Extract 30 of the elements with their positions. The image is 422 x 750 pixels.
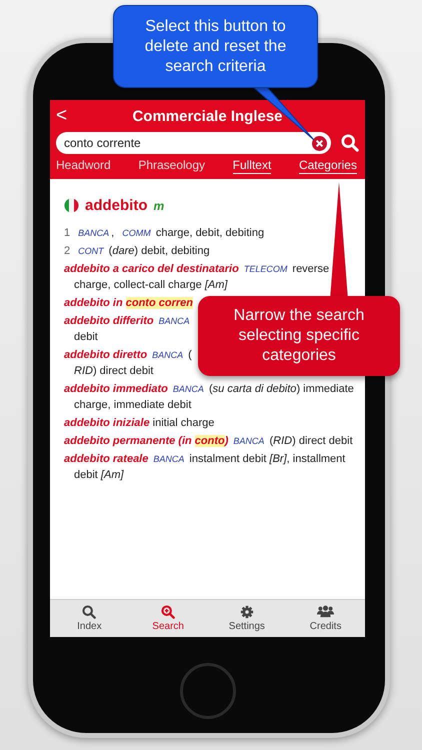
entry-text: addebito permanente (in conto) BANCA (RID) direct debit xyxy=(64,434,353,449)
search-field[interactable]: conto corrente xyxy=(56,132,331,154)
clear-icon[interactable] xyxy=(312,136,327,150)
entry-text: addebito a carico del destinatario TELECOM reverse charge, collect-call charge [Am] xyxy=(64,262,330,293)
entry-text: addebito differito BANCA debit xyxy=(64,314,191,345)
entry-text: 2 CONT (dare) debit, debiting xyxy=(64,244,210,259)
tab-bar-item[interactable]: Credits xyxy=(296,600,356,637)
entry-text: addebito rateale BANCA instalment debit [Br], installment debit [Am] xyxy=(64,452,346,483)
search-icon[interactable] xyxy=(341,134,359,152)
filter-tab[interactable]: Headword xyxy=(56,158,111,174)
back-button[interactable]: < xyxy=(56,105,72,127)
tab-bar-item[interactable]: Search xyxy=(138,600,198,637)
entry-text: addebito diretto BANCA ( RID) direct debit xyxy=(64,348,192,379)
dictionary-title: Commerciale Inglese xyxy=(131,108,284,124)
filter-tab[interactable]: Phraseology xyxy=(138,158,206,174)
filter-tab[interactable]: Fulltext xyxy=(232,158,272,174)
search-icon xyxy=(82,605,96,619)
entry-text: addebito iniziale initial charge xyxy=(64,416,214,431)
callout-text: Narrow the search selecting specific categories xyxy=(198,296,400,376)
tab-bar-item[interactable]: Index xyxy=(59,600,120,637)
gender-label: m xyxy=(154,198,164,212)
flag-icon xyxy=(64,198,79,213)
gear-icon xyxy=(240,605,254,619)
entry-text: addebito in conto corren xyxy=(64,296,193,311)
tab-bar-item[interactable]: Settings xyxy=(216,600,277,637)
entry-text: 1 BANCA , COMM charge, debit, debiting xyxy=(64,226,264,241)
users-icon xyxy=(317,605,334,619)
filter-tab[interactable]: Categories xyxy=(298,158,357,174)
zoom-in-icon xyxy=(161,605,176,619)
headword: addebito xyxy=(85,197,148,214)
